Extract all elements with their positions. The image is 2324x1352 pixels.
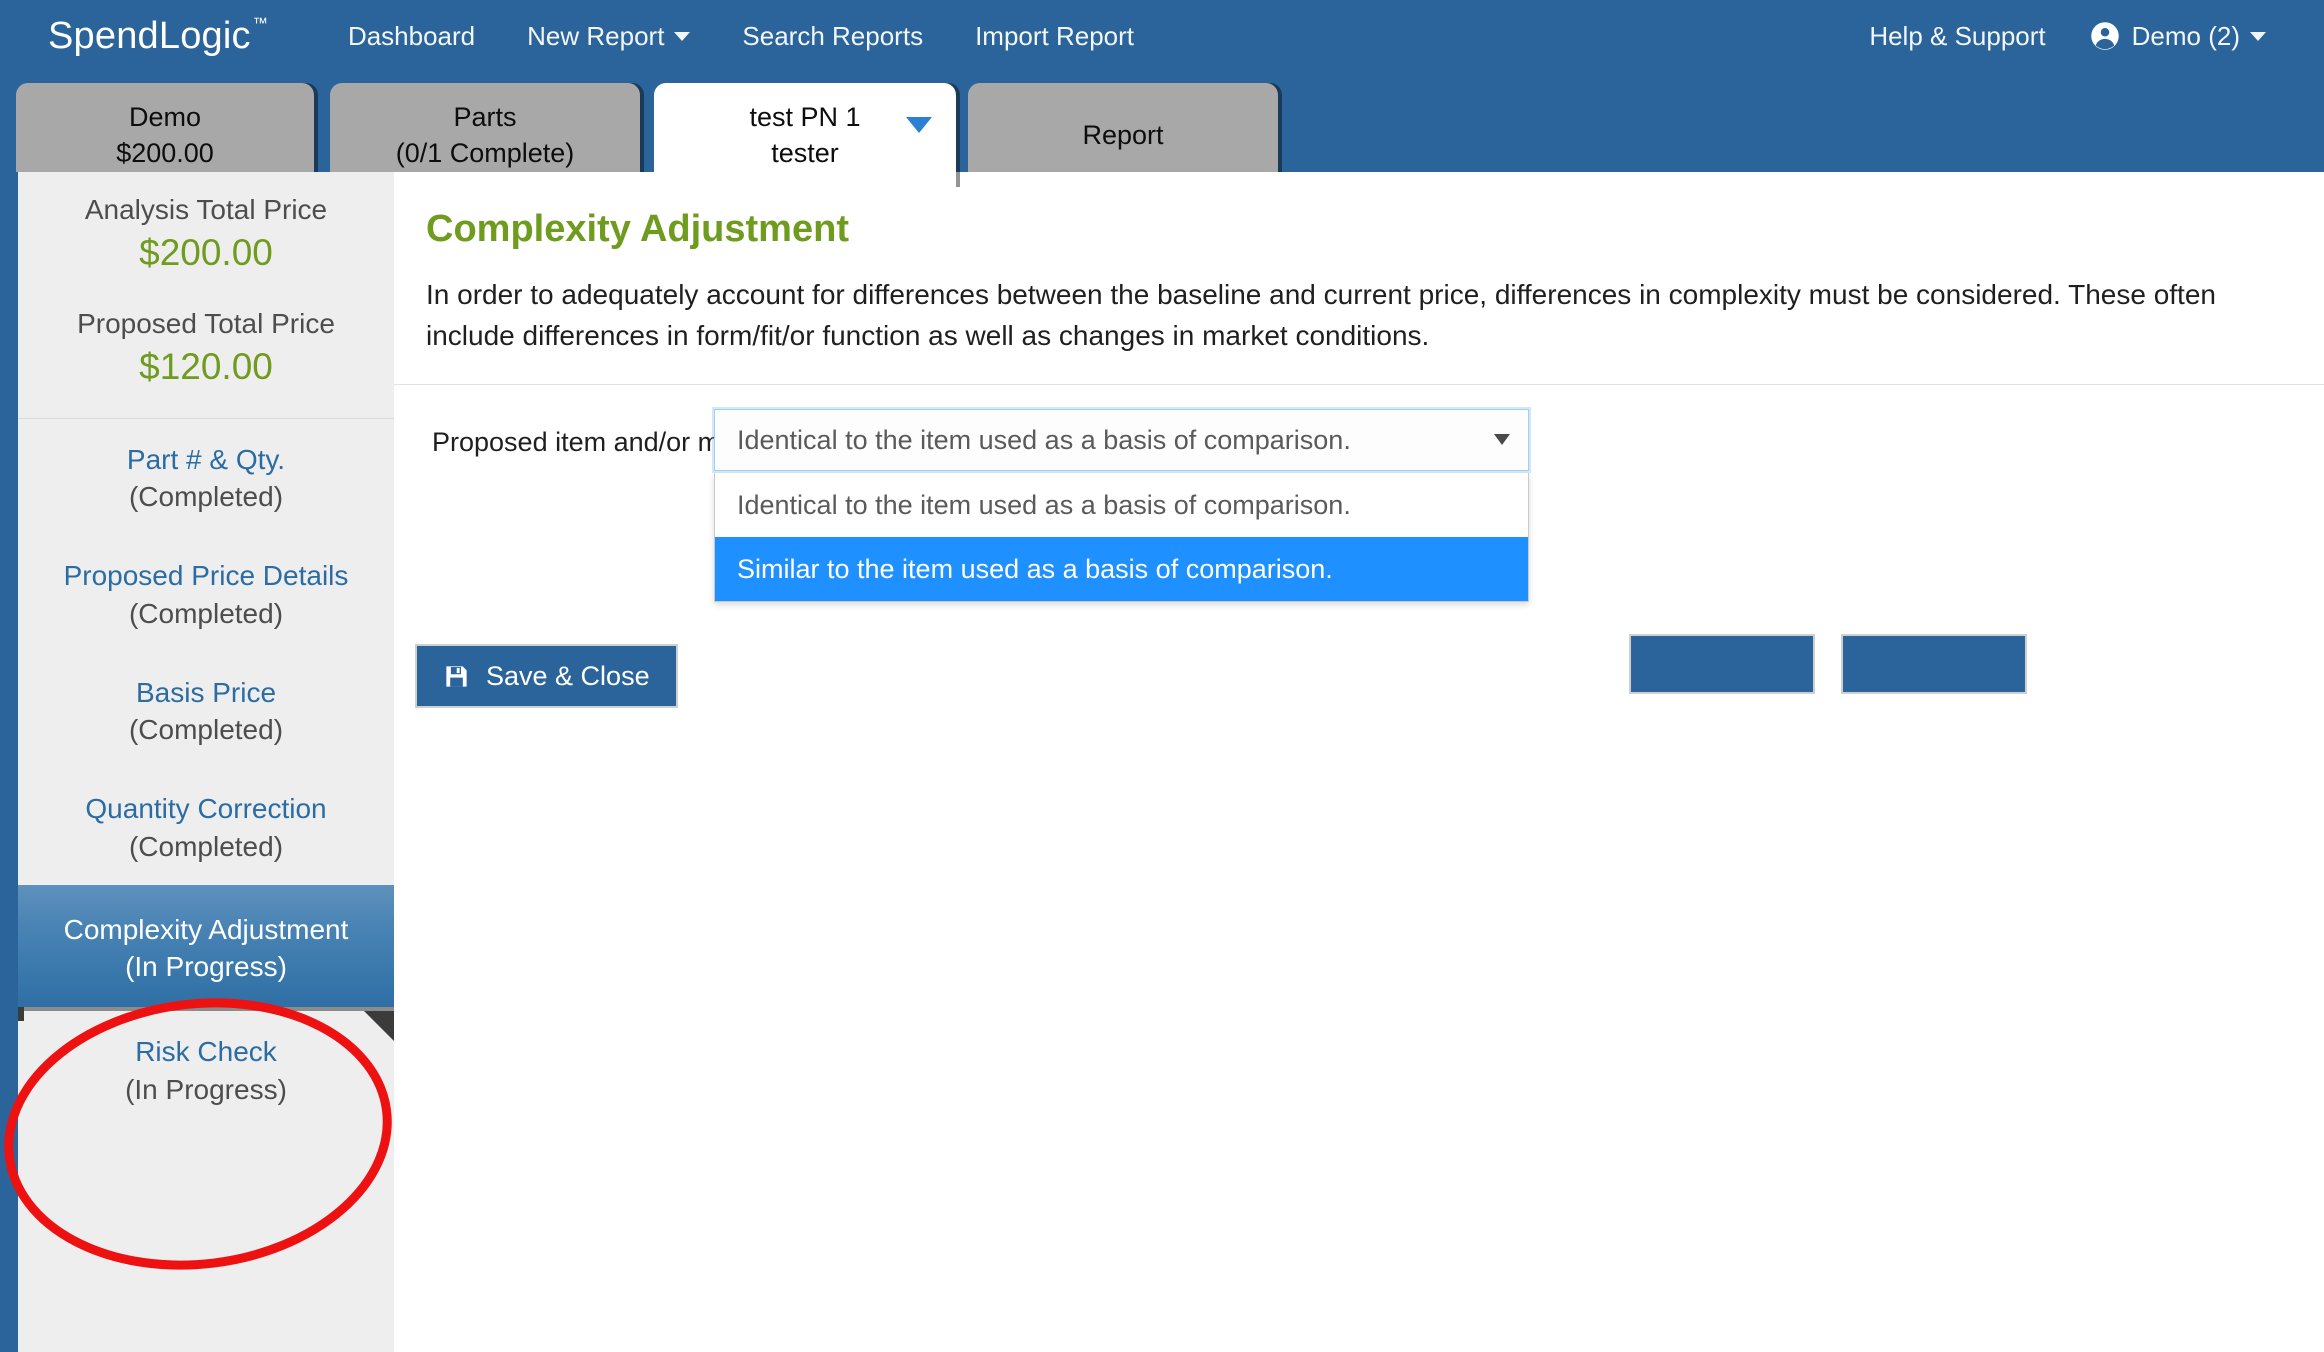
complexity-option-similar-label: Similar to the item used as a basis of c… bbox=[737, 553, 1333, 584]
complexity-select[interactable]: Identical to the item used as a basis of… bbox=[714, 409, 1529, 472]
sidebar-item-risk-check-status: (In Progress) bbox=[125, 1073, 287, 1105]
tab-parts-line2: (0/1 Complete) bbox=[395, 138, 575, 168]
proposed-total-price-value: $120.00 bbox=[139, 346, 273, 387]
sidebar-item-quantity-correction-status: (Completed) bbox=[128, 830, 284, 862]
sidebar-item-risk-check[interactable]: Risk Check (In Progress) bbox=[18, 1011, 394, 1127]
secondary-nav: Help & Support Demo (2) bbox=[1847, 21, 2288, 52]
tab-dropdown-caret-icon[interactable] bbox=[906, 117, 932, 133]
sidebar-item-complexity-adjustment[interactable]: Complexity Adjustment (In Progress) bbox=[18, 884, 394, 1044]
complexity-select-value: Identical to the item used as a basis of… bbox=[737, 424, 1351, 455]
complexity-select-options: Identical to the item used as a basis of… bbox=[714, 473, 1529, 603]
tab-test-pn-1[interactable]: test PN 1 tester bbox=[654, 83, 956, 187]
analysis-total-price-value: $200.00 bbox=[139, 232, 273, 273]
save-and-close-label: Save & Close bbox=[486, 660, 650, 691]
brand-logo[interactable]: SpendLogic ™ bbox=[48, 15, 268, 58]
tab-test-pn-1-line2: tester bbox=[771, 138, 839, 168]
complexity-form-row: Proposed item and/or market conditions a… bbox=[394, 385, 2324, 603]
sidebar-item-part-qty[interactable]: Part # & Qty. (Completed) bbox=[18, 419, 394, 535]
primary-nav: Dashboard New Report Search Reports Impo… bbox=[322, 21, 1160, 52]
trademark-mark: ™ bbox=[252, 14, 268, 32]
tab-parts-line1: Parts bbox=[453, 101, 517, 132]
sidebar-item-quantity-correction[interactable]: Quantity Correction (Completed) bbox=[18, 768, 394, 884]
nav-item-import-report[interactable]: Import Report bbox=[949, 21, 1160, 52]
sidebar: Analysis Total Price $200.00 Proposed To… bbox=[18, 172, 394, 1352]
nav-label-help-support: Help & Support bbox=[1869, 20, 2046, 51]
page-description: In order to adequately account for diffe… bbox=[426, 279, 2216, 351]
nav-item-search-reports[interactable]: Search Reports bbox=[716, 21, 949, 52]
page-title: Complexity Adjustment bbox=[426, 208, 849, 250]
sidebar-item-risk-check-title: Risk Check bbox=[135, 1036, 277, 1068]
nav-item-help-support[interactable]: Help & Support bbox=[1847, 21, 2067, 52]
sidebar-item-complexity-adjustment-title: Complexity Adjustment bbox=[63, 913, 349, 945]
sidebar-item-part-qty-title: Part # & Qty. bbox=[126, 444, 286, 475]
nav-label-import-report: Import Report bbox=[975, 20, 1135, 51]
main-content: Complexity Adjustment In order to adequa… bbox=[394, 172, 2324, 1352]
save-and-close-button[interactable]: Save & Close bbox=[415, 644, 678, 708]
price-summary: Analysis Total Price $200.00 Proposed To… bbox=[18, 172, 394, 388]
top-navbar: SpendLogic ™ Dashboard New Report Search … bbox=[0, 0, 2324, 72]
floppy-save-icon bbox=[443, 663, 470, 690]
sidebar-item-proposed-price-details[interactable]: Proposed Price Details (Completed) bbox=[18, 535, 394, 651]
sidebar-item-complexity-adjustment-status: (In Progress) bbox=[125, 951, 287, 983]
complexity-option-similar[interactable]: Similar to the item used as a basis of c… bbox=[715, 537, 1528, 602]
tab-demo-line1: Demo bbox=[128, 101, 202, 132]
obscured-button-2[interactable] bbox=[1841, 634, 2027, 694]
proposed-total-price-label: Proposed Total Price bbox=[77, 308, 335, 339]
chevron-down-icon bbox=[2250, 31, 2266, 41]
analysis-total-price-label: Analysis Total Price bbox=[84, 194, 328, 225]
tab-report-line1: Report bbox=[1082, 119, 1164, 150]
user-menu[interactable]: Demo (2) bbox=[2068, 21, 2288, 52]
left-accent-rail bbox=[0, 172, 18, 1352]
tab-demo-line2: $200.00 bbox=[116, 138, 214, 168]
complexity-option-identical[interactable]: Identical to the item used as a basis of… bbox=[715, 473, 1528, 537]
nav-label-new-report: New Report bbox=[527, 20, 665, 51]
nav-label-dashboard: Dashboard bbox=[347, 20, 476, 51]
sidebar-item-proposed-price-details-title: Proposed Price Details bbox=[63, 560, 349, 592]
sidebar-item-basis-price-title: Basis Price bbox=[135, 676, 277, 708]
sidebar-item-part-qty-status: (Completed) bbox=[128, 481, 284, 513]
chevron-down-icon bbox=[674, 31, 691, 41]
nav-label-search-reports: Search Reports bbox=[742, 20, 924, 51]
sidebar-item-proposed-price-details-status: (Completed) bbox=[128, 597, 284, 629]
complexity-option-identical-label: Identical to the item used as a basis of… bbox=[737, 489, 1351, 520]
sidebar-item-quantity-correction-title: Quantity Correction bbox=[85, 793, 327, 825]
nav-item-new-report[interactable]: New Report bbox=[501, 21, 716, 52]
tab-test-pn-1-line1: test PN 1 bbox=[749, 101, 861, 132]
chevron-down-icon bbox=[1494, 434, 1510, 446]
sidebar-item-basis-price[interactable]: Basis Price (Completed) bbox=[18, 652, 394, 768]
sidebar-item-basis-price-status: (Completed) bbox=[128, 714, 284, 746]
brand-name: SpendLogic bbox=[48, 14, 251, 57]
account-circle-icon bbox=[2090, 21, 2120, 51]
tab-strip: Demo $200.00 Parts (0/1 Complete) test P… bbox=[0, 72, 2324, 187]
nav-item-dashboard[interactable]: Dashboard bbox=[322, 21, 501, 52]
obscured-button-1[interactable] bbox=[1629, 634, 1815, 694]
user-menu-label: Demo (2) bbox=[2131, 20, 2240, 51]
